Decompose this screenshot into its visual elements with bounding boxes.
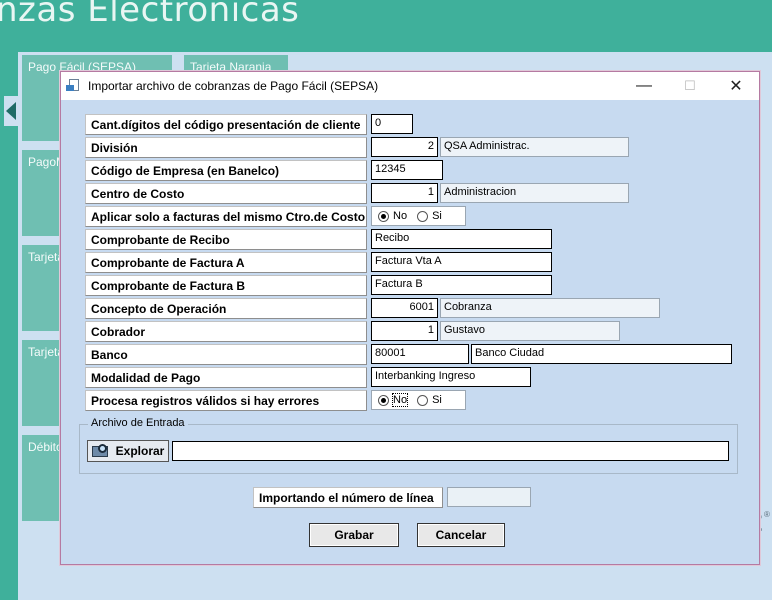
digitos-label: Cant.dígitos del código presentación de … [85,114,367,135]
modalidad-input[interactable]: Interbanking Ingreso [371,367,531,387]
cobrador-code-input[interactable]: 1 [371,321,438,341]
tile-label: Débito [28,440,63,454]
division-code-input[interactable]: 2 [371,137,438,157]
archivo-groupbox: Archivo de Entrada Explorar [79,417,738,474]
import-dialog: Importar archivo de cobranzas de Pago Fá… [60,71,760,565]
radio-selected-icon [378,394,389,406]
dialog-title: Importar archivo de cobranzas de Pago Fá… [88,79,379,93]
aplicar-radio-group: No Si [371,206,466,226]
cobrador-name-field: Gustavo [440,321,620,341]
procesa-si-radio[interactable]: Si [417,394,442,406]
factura-b-label: Comprobante de Factura B [85,275,367,296]
concepto-label: Concepto de Operación [85,298,367,319]
archivo-legend: Archivo de Entrada [88,417,188,429]
banco-code-input[interactable]: 80001 [371,344,469,364]
procesa-label: Procesa registros válidos si hay errores [85,390,367,411]
radio-unselected-icon [417,210,429,222]
registered-mark: ® [764,510,770,519]
line-number-field [447,487,531,507]
factura-a-input[interactable]: Factura Vta A [371,252,552,272]
tile-label: Tarjeta [28,250,65,264]
radio-selected-icon [378,210,389,222]
procesa-radio-group: No Si [371,390,466,410]
file-path-input[interactable] [172,441,729,461]
empresa-input[interactable]: 12345 [371,160,443,180]
division-name-field: QSA Administrac. [440,137,629,157]
recibo-input[interactable]: Recibo [371,229,552,249]
centro-costo-name-field: Administracion [440,183,629,203]
aplicar-label: Aplicar solo a facturas del mismo Ctro.d… [85,206,367,227]
factura-b-input[interactable]: Factura B [371,275,552,295]
radio-unselected-icon [417,394,429,406]
modalidad-label: Modalidad de Pago [85,367,367,388]
banco-name-field: Banco Ciudad [471,344,732,364]
concepto-code-input[interactable]: 6001 [371,298,438,318]
empresa-label: Código de Empresa (en Banelco) [85,160,367,181]
close-button[interactable]: ✕ [713,72,759,100]
folder-search-icon [91,444,110,458]
tile-label: Tarjeta [28,345,65,359]
radio-label: No [393,210,408,222]
digitos-input[interactable]: 0 [371,114,413,134]
procesa-no-radio[interactable]: No [378,393,409,407]
radio-label: No [391,393,409,407]
cobrador-label: Cobrador [85,321,367,342]
radio-label: Si [432,210,442,222]
banco-label: Banco [85,344,367,365]
recibo-label: Comprobante de Recibo [85,229,367,250]
explorar-label: Explorar [115,444,165,458]
concepto-name-field: Cobranza [440,298,660,318]
explorar-button[interactable]: Explorar [87,440,169,462]
grabar-button[interactable]: Grabar [309,523,399,547]
app-title: nzas Electrónicas [0,0,300,30]
cancelar-button[interactable]: Cancelar [417,523,505,547]
aplicar-no-radio[interactable]: No [378,210,407,222]
centro-costo-code-input[interactable]: 1 [371,183,438,203]
division-label: División [85,137,367,158]
import-app-icon [66,79,82,93]
importando-label: Importando el número de línea [253,487,443,508]
collapse-arrow-icon[interactable] [4,96,20,126]
maximize-button: ☐ [684,78,696,93]
minimize-button[interactable]: — [621,72,667,100]
centro-costo-label: Centro de Costo [85,183,367,204]
factura-a-label: Comprobante de Factura A [85,252,367,273]
aplicar-si-radio[interactable]: Si [417,210,442,222]
radio-label: Si [432,394,442,406]
dialog-titlebar[interactable]: Importar archivo de cobranzas de Pago Fá… [61,72,759,100]
